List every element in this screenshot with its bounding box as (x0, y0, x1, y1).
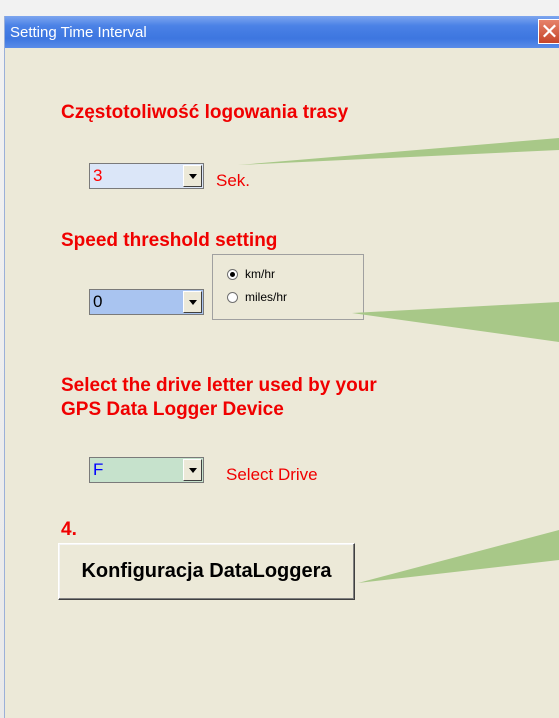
close-button[interactable]: ✕ (538, 19, 559, 44)
speed-threshold-select[interactable]: 0 (89, 289, 204, 315)
drive-value: F (93, 460, 104, 479)
drive-heading-line1: Select the drive letter used by your (61, 375, 377, 396)
log-interval-heading: Częstotoliwość logowania trasy (61, 102, 349, 123)
drive-label: Select Drive (226, 465, 318, 484)
step-number: 4. (61, 519, 77, 540)
log-interval-select[interactable]: 3 (89, 163, 204, 189)
radio-kmhr[interactable]: km/hr (227, 267, 275, 281)
radio-unselected-icon[interactable] (227, 291, 238, 303)
close-icon: ✕ (540, 19, 559, 44)
drive-heading-line2: GPS Data Logger Device (61, 399, 284, 420)
radio-kmhr-label: km/hr (245, 267, 275, 281)
radio-mileshr-label: miles/hr (245, 290, 288, 304)
chevron-down-icon[interactable] (183, 165, 202, 187)
speed-threshold-value: 0 (93, 292, 103, 311)
log-interval-unit: Sek. (216, 171, 251, 190)
radio-selected-icon[interactable] (227, 268, 238, 280)
title-bar[interactable]: Setting Time Interval ✕ (5, 16, 559, 48)
radio-mileshr[interactable]: miles/hr (227, 290, 287, 304)
log-interval-value: 3 (93, 166, 103, 185)
drive-select[interactable]: F (89, 457, 204, 483)
chevron-down-icon[interactable] (183, 459, 202, 481)
speed-heading: Speed threshold setting (61, 230, 278, 251)
chevron-down-icon[interactable] (183, 291, 202, 313)
speed-unit-group: km/hr miles/hr (212, 254, 364, 320)
configure-datalogger-button[interactable]: Konfiguracja DataLoggera (58, 543, 355, 600)
window-title: Setting Time Interval (10, 24, 147, 41)
configure-datalogger-label: Konfiguracja DataLoggera (81, 560, 332, 582)
